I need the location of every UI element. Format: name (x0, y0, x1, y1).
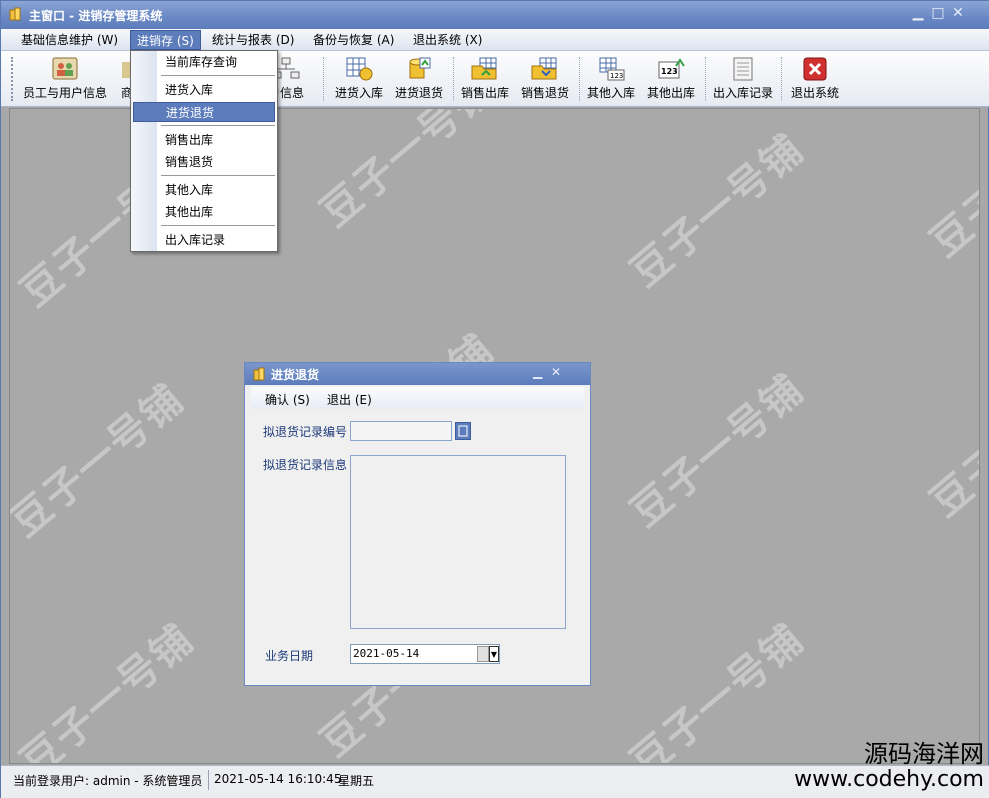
status-separator (208, 770, 209, 790)
app-icon (9, 7, 21, 21)
menu-separator (161, 75, 275, 76)
grid-coins-icon (346, 57, 373, 81)
svg-text:123: 123 (661, 67, 678, 76)
current-user-status: 当前登录用户: admin - 系统管理员 (13, 774, 203, 788)
purchase-return-dialog: 进货退货 ▁ ✕ 确认 (S) 退出 (E) 拟退货记录编号 拟退货记录信息 业… (244, 362, 591, 686)
other-out-button[interactable]: 123 其他出库 (643, 54, 699, 104)
confirm-menu-item[interactable]: 确认 (S) (265, 391, 310, 408)
watermark-text: 豆子一号铺 (622, 125, 813, 297)
exit-system-button[interactable]: 退出系统 (787, 54, 843, 104)
window-title: 主窗口 - 进销存管理系统 (29, 9, 163, 23)
main-window: 主窗口 - 进销存管理系统 ▁ □ ✕ 基础信息维护 (W) 进销存 (S) 统… (0, 0, 989, 798)
inout-records-button[interactable]: 出入库记录 (709, 54, 777, 104)
datetime-status: 2021-05-14 16:10:45 (214, 772, 342, 786)
record-lookup-button[interactable] (455, 422, 471, 440)
employee-user-button[interactable]: 员工与用户信息 (21, 54, 109, 104)
menu-item-other-out[interactable]: 其他出库 (133, 202, 275, 222)
record-info-textarea[interactable] (350, 455, 566, 629)
watermark-text: 豆子一号铺 (922, 108, 980, 267)
sales-out-label: 销售出库 (460, 86, 509, 100)
menu-separator (161, 225, 275, 226)
title-bar[interactable]: 主窗口 - 进销存管理系统 ▁ □ ✕ (1, 1, 989, 29)
menu-item-purchase-return[interactable]: 进货退货 (133, 102, 275, 122)
cylinder-arrow-icon (409, 57, 431, 79)
sales-return-label: 销售退货 (520, 86, 569, 100)
watermark-text: 豆子一号铺 (622, 615, 813, 764)
dialog-title-bar[interactable]: 进货退货 ▁ ✕ (245, 363, 590, 385)
site-name: 源码海洋网 (864, 740, 984, 768)
dialog-close-button[interactable]: ✕ (551, 365, 561, 379)
toolbar-separator (579, 57, 580, 101)
menu-item-inout-records[interactable]: 出入库记录 (133, 230, 275, 250)
toolbar-separator (705, 57, 706, 101)
purchase-return-label: 进货退货 (394, 86, 443, 100)
grid-123-icon: 123 (599, 57, 625, 81)
menu-basic-info[interactable]: 基础信息维护 (W) (15, 30, 124, 50)
inventory-dropdown-menu: 当前库存查询 进货入库 进货退货 销售出库 销售退货 其他入库 其他出库 出入库… (130, 50, 278, 252)
menu-backup[interactable]: 备份与恢复 (A) (307, 30, 400, 50)
svg-text:123: 123 (610, 72, 623, 80)
menu-item-stock-query[interactable]: 当前库存查询 (133, 52, 275, 72)
menu-exit[interactable]: 退出系统 (X) (407, 30, 488, 50)
toolbar-separator (323, 57, 324, 101)
date-value: 2021-05-14 (353, 647, 420, 660)
chevron-down-icon[interactable]: ▼ (489, 646, 499, 662)
menu-inventory[interactable]: 进销存 (S) (130, 30, 201, 50)
other-out-label: 其他出库 (646, 86, 695, 100)
inout-records-label: 出入库记录 (712, 86, 773, 100)
watermark-text: 豆子一号铺 (922, 355, 980, 527)
dialog-menu-bar: 确认 (S) 退出 (E) (251, 387, 584, 409)
other-in-button[interactable]: 123 其他入库 (583, 54, 639, 104)
exit-menu-item[interactable]: 退出 (E) (327, 391, 372, 408)
other-in-label: 其他入库 (586, 86, 635, 100)
maximize-button[interactable]: □ (931, 6, 945, 20)
menu-item-other-in[interactable]: 其他入库 (133, 180, 275, 200)
menu-item-sales-out[interactable]: 销售出库 (133, 130, 275, 150)
minimize-button[interactable]: ▁ (911, 6, 925, 20)
close-button[interactable]: ✕ (951, 6, 965, 20)
watermark-text: 豆子一号铺 (12, 615, 203, 764)
business-date-picker[interactable]: 2021-05-14 ▼ (350, 644, 500, 664)
watermark-text: 豆子一号铺 (9, 375, 193, 547)
employee-user-label: 员工与用户信息 (22, 86, 107, 100)
exit-system-label: 退出系统 (790, 86, 839, 100)
address-book-icon (52, 57, 78, 80)
watermark-text: 豆子一号铺 (312, 108, 503, 237)
dialog-title: 进货退货 (271, 368, 320, 382)
date-label: 业务日期 (265, 649, 314, 663)
record-no-label: 拟退货记录编号 (263, 425, 348, 439)
toolbar-separator (453, 57, 454, 101)
red-x-icon (803, 57, 827, 81)
document-list-icon (733, 57, 753, 81)
folder-grid-icon (471, 57, 497, 80)
watermark-text: 豆子一号铺 (622, 365, 813, 537)
dialog-minimize-button[interactable]: ▁ (533, 365, 542, 379)
menu-statistics[interactable]: 统计与报表 (D) (206, 30, 300, 50)
dialog-app-icon (253, 367, 265, 381)
lookup-icon (458, 425, 468, 437)
toolbar-grip[interactable] (11, 57, 14, 101)
menu-item-purchase-in[interactable]: 进货入库 (133, 80, 275, 100)
menu-separator (161, 175, 275, 176)
folder-return-icon (531, 57, 557, 80)
purchase-in-button[interactable]: 进货入库 (331, 54, 387, 104)
purchase-return-button[interactable]: 进货退货 (391, 54, 447, 104)
number-arrow-icon: 123 (658, 58, 685, 79)
site-url: www.codehy.com (794, 767, 984, 792)
site-watermark: 源码海洋网 www.codehy.com (794, 741, 984, 793)
toolbar-separator (781, 57, 782, 101)
record-info-label: 拟退货记录信息 (263, 458, 348, 472)
weekday-status: 星期五 (338, 774, 375, 788)
menu-bar: 基础信息维护 (W) 进销存 (S) 统计与报表 (D) 备份与恢复 (A) 退… (1, 29, 989, 51)
calendar-icon[interactable] (477, 646, 489, 662)
menu-separator (161, 125, 275, 126)
menu-item-sales-return[interactable]: 销售退货 (133, 152, 275, 172)
sales-return-button[interactable]: 销售退货 (517, 54, 573, 104)
record-no-input[interactable] (350, 421, 452, 441)
sales-out-button[interactable]: 销售出库 (457, 54, 513, 104)
purchase-in-label: 进货入库 (334, 86, 383, 100)
